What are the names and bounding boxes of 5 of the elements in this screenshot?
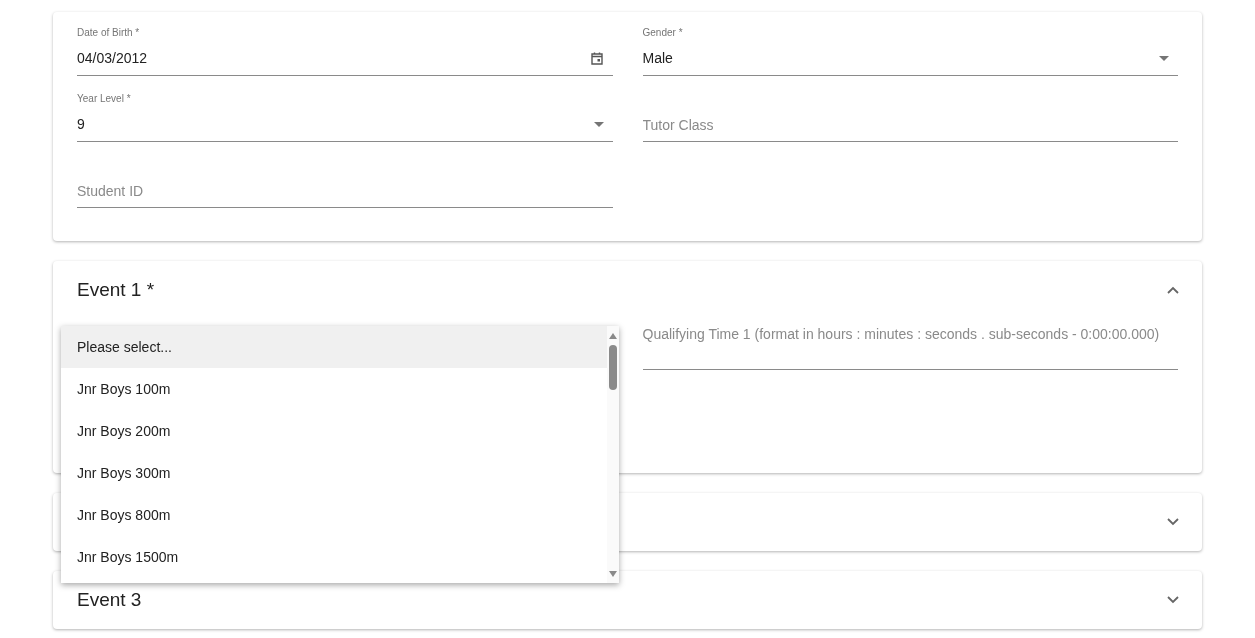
field-label: Year Level * — [77, 92, 132, 106]
field-label: Date of Birth * — [77, 26, 141, 40]
event-title: Event 1 * — [77, 278, 155, 300]
field-label: Gender * — [642, 26, 684, 40]
event-title: Event 3 — [77, 588, 142, 610]
